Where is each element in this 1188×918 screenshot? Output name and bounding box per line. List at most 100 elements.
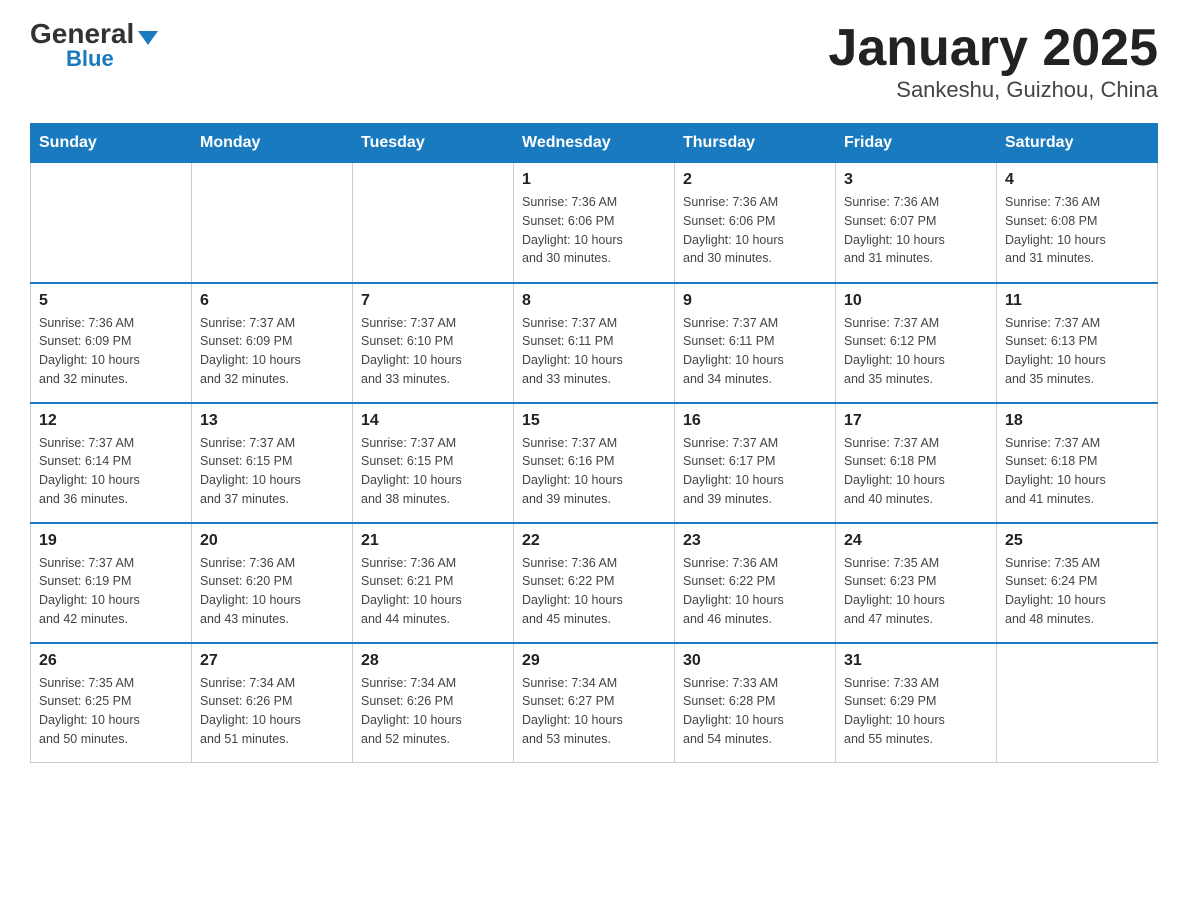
day-info: Sunrise: 7:35 AMSunset: 6:24 PMDaylight:… [1005, 554, 1149, 629]
calendar-cell: 17Sunrise: 7:37 AMSunset: 6:18 PMDayligh… [836, 403, 997, 523]
calendar-subtitle: Sankeshu, Guizhou, China [828, 77, 1158, 103]
header-day-wednesday: Wednesday [514, 124, 675, 163]
calendar-cell: 5Sunrise: 7:36 AMSunset: 6:09 PMDaylight… [31, 283, 192, 403]
calendar-cell: 30 Sunrise: 7:33 AMSunset: 6:28 PMDayligh… [675, 643, 836, 763]
header-day-thursday: Thursday [675, 124, 836, 163]
calendar-cell: 29 Sunrise: 7:34 AMSunset: 6:27 PMDayligh… [514, 643, 675, 763]
calendar-week-row: 1 Sunrise: 7:36 AMSunset: 6:06 PMDaylight… [31, 163, 1158, 283]
calendar-cell: 26 Sunrise: 7:35 AMSunset: 6:25 PMDayligh… [31, 643, 192, 763]
day-info: Sunrise: 7:35 AMSunset: 6:25 PMDaylight:… [39, 674, 183, 749]
calendar-cell: 21 Sunrise: 7:36 AMSunset: 6:21 PMDayligh… [353, 523, 514, 643]
day-number: 14 [361, 412, 505, 430]
day-info: Sunrise: 7:36 AMSunset: 6:07 PMDaylight:… [844, 193, 988, 268]
day-info: Sunrise: 7:37 AMSunset: 6:15 PMDaylight:… [200, 434, 344, 509]
day-number: 18 [1005, 412, 1149, 430]
calendar-cell: 18 Sunrise: 7:37 AMSunset: 6:18 PMDayligh… [997, 403, 1158, 523]
header-day-friday: Friday [836, 124, 997, 163]
day-number: 8 [522, 292, 666, 310]
logo-general-text: General [30, 20, 134, 48]
calendar-cell: 22Sunrise: 7:36 AMSunset: 6:22 PMDayligh… [514, 523, 675, 643]
day-number: 10 [844, 292, 988, 310]
calendar-cell: 28Sunrise: 7:34 AMSunset: 6:26 PMDayligh… [353, 643, 514, 763]
calendar-week-row: 12 Sunrise: 7:37 AMSunset: 6:14 PMDayligh… [31, 403, 1158, 523]
calendar-cell: 8 Sunrise: 7:37 AMSunset: 6:11 PMDaylight… [514, 283, 675, 403]
day-number: 13 [200, 412, 344, 430]
calendar-cell [192, 163, 353, 283]
page-header: General Blue January 2025 Sankeshu, Guiz… [30, 20, 1158, 103]
calendar-cell: 7 Sunrise: 7:37 AMSunset: 6:10 PMDaylight… [353, 283, 514, 403]
logo: General Blue [30, 20, 158, 72]
day-info: Sunrise: 7:35 AMSunset: 6:23 PMDaylight:… [844, 554, 988, 629]
day-info: Sunrise: 7:37 AMSunset: 6:19 PMDaylight:… [39, 554, 183, 629]
calendar-cell: 13 Sunrise: 7:37 AMSunset: 6:15 PMDayligh… [192, 403, 353, 523]
day-number: 16 [683, 412, 827, 430]
day-info: Sunrise: 7:37 AMSunset: 6:12 PMDaylight:… [844, 314, 988, 389]
day-number: 12 [39, 412, 183, 430]
calendar-cell: 10 Sunrise: 7:37 AMSunset: 6:12 PMDayligh… [836, 283, 997, 403]
day-number: 19 [39, 532, 183, 550]
day-info: Sunrise: 7:37 AMSunset: 6:13 PMDaylight:… [1005, 314, 1149, 389]
day-info: Sunrise: 7:37 AMSunset: 6:17 PMDaylight:… [683, 434, 827, 509]
day-info: Sunrise: 7:36 AMSunset: 6:06 PMDaylight:… [683, 193, 827, 268]
calendar-header-row: SundayMondayTuesdayWednesdayThursdayFrid… [31, 124, 1158, 163]
day-number: 5 [39, 292, 183, 310]
calendar-cell: 14Sunrise: 7:37 AMSunset: 6:15 PMDayligh… [353, 403, 514, 523]
calendar-cell: 20Sunrise: 7:36 AMSunset: 6:20 PMDayligh… [192, 523, 353, 643]
header-day-monday: Monday [192, 124, 353, 163]
day-number: 1 [522, 171, 666, 189]
header-day-tuesday: Tuesday [353, 124, 514, 163]
calendar-week-row: 5Sunrise: 7:36 AMSunset: 6:09 PMDaylight… [31, 283, 1158, 403]
day-number: 25 [1005, 532, 1149, 550]
day-info: Sunrise: 7:33 AMSunset: 6:29 PMDaylight:… [844, 674, 988, 749]
day-number: 24 [844, 532, 988, 550]
day-number: 6 [200, 292, 344, 310]
day-info: Sunrise: 7:33 AMSunset: 6:28 PMDaylight:… [683, 674, 827, 749]
calendar-cell: 6 Sunrise: 7:37 AMSunset: 6:09 PMDaylight… [192, 283, 353, 403]
calendar-cell: 2Sunrise: 7:36 AMSunset: 6:06 PMDaylight… [675, 163, 836, 283]
calendar-cell [353, 163, 514, 283]
header-day-sunday: Sunday [31, 124, 192, 163]
day-info: Sunrise: 7:37 AMSunset: 6:16 PMDaylight:… [522, 434, 666, 509]
day-info: Sunrise: 7:37 AMSunset: 6:11 PMDaylight:… [522, 314, 666, 389]
day-number: 4 [1005, 171, 1149, 189]
day-number: 21 [361, 532, 505, 550]
day-number: 30 [683, 652, 827, 670]
day-info: Sunrise: 7:37 AMSunset: 6:18 PMDaylight:… [1005, 434, 1149, 509]
day-number: 23 [683, 532, 827, 550]
calendar-cell: 15Sunrise: 7:37 AMSunset: 6:16 PMDayligh… [514, 403, 675, 523]
day-number: 26 [39, 652, 183, 670]
calendar-cell [31, 163, 192, 283]
day-info: Sunrise: 7:34 AMSunset: 6:27 PMDaylight:… [522, 674, 666, 749]
day-number: 7 [361, 292, 505, 310]
day-number: 31 [844, 652, 988, 670]
day-info: Sunrise: 7:37 AMSunset: 6:14 PMDaylight:… [39, 434, 183, 509]
day-number: 22 [522, 532, 666, 550]
day-info: Sunrise: 7:36 AMSunset: 6:21 PMDaylight:… [361, 554, 505, 629]
calendar-cell: 4 Sunrise: 7:36 AMSunset: 6:08 PMDaylight… [997, 163, 1158, 283]
day-info: Sunrise: 7:37 AMSunset: 6:10 PMDaylight:… [361, 314, 505, 389]
day-info: Sunrise: 7:36 AMSunset: 6:22 PMDaylight:… [683, 554, 827, 629]
calendar-title: January 2025 [828, 20, 1158, 77]
day-number: 28 [361, 652, 505, 670]
calendar-cell: 9Sunrise: 7:37 AMSunset: 6:11 PMDaylight… [675, 283, 836, 403]
calendar-cell: 25 Sunrise: 7:35 AMSunset: 6:24 PMDayligh… [997, 523, 1158, 643]
day-number: 27 [200, 652, 344, 670]
day-number: 29 [522, 652, 666, 670]
day-number: 20 [200, 532, 344, 550]
day-info: Sunrise: 7:36 AMSunset: 6:08 PMDaylight:… [1005, 193, 1149, 268]
logo-triangle-icon [138, 31, 158, 45]
calendar-cell: 23 Sunrise: 7:36 AMSunset: 6:22 PMDayligh… [675, 523, 836, 643]
calendar-table: SundayMondayTuesdayWednesdayThursdayFrid… [30, 123, 1158, 763]
calendar-cell: 24 Sunrise: 7:35 AMSunset: 6:23 PMDayligh… [836, 523, 997, 643]
calendar-cell: 1 Sunrise: 7:36 AMSunset: 6:06 PMDaylight… [514, 163, 675, 283]
day-info: Sunrise: 7:37 AMSunset: 6:11 PMDaylight:… [683, 314, 827, 389]
title-block: January 2025 Sankeshu, Guizhou, China [828, 20, 1158, 103]
calendar-cell: 27Sunrise: 7:34 AMSunset: 6:26 PMDayligh… [192, 643, 353, 763]
logo-blue-text: Blue [66, 46, 114, 72]
day-info: Sunrise: 7:37 AMSunset: 6:18 PMDaylight:… [844, 434, 988, 509]
day-number: 3 [844, 171, 988, 189]
day-info: Sunrise: 7:37 AMSunset: 6:09 PMDaylight:… [200, 314, 344, 389]
day-info: Sunrise: 7:36 AMSunset: 6:06 PMDaylight:… [522, 193, 666, 268]
calendar-cell [997, 643, 1158, 763]
calendar-week-row: 26 Sunrise: 7:35 AMSunset: 6:25 PMDayligh… [31, 643, 1158, 763]
